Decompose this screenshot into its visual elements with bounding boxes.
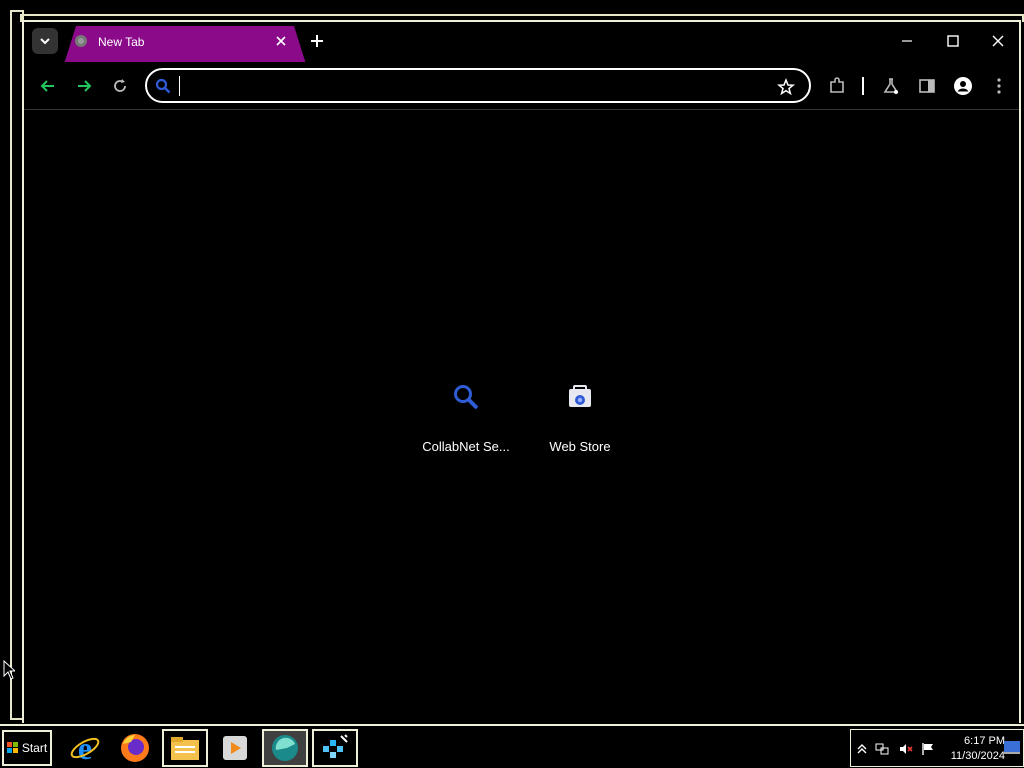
browser-toolbar xyxy=(24,62,1019,110)
browser-window: New Tab CollabNet Se... Web Store xyxy=(22,20,1021,723)
toolbar-separator xyxy=(862,77,864,95)
tab-strip: New Tab xyxy=(24,22,1019,62)
taskbar-item-browser[interactable] xyxy=(262,729,308,767)
kebab-menu-icon[interactable] xyxy=(989,76,1009,96)
globe-icon xyxy=(75,35,87,47)
start-label: Start xyxy=(21,741,48,755)
profile-icon[interactable] xyxy=(953,76,973,96)
system-tray: 6:17 PM 11/30/2024 xyxy=(850,729,1024,767)
taskbar-item-firefox[interactable] xyxy=(112,729,158,767)
search-icon xyxy=(155,78,171,94)
media-player-icon xyxy=(223,736,247,760)
shortcut-tile-web-store[interactable]: Web Store xyxy=(530,383,630,454)
plus-icon[interactable] xyxy=(309,33,325,49)
shortcut-tile-collabnet[interactable]: CollabNet Se... xyxy=(416,383,516,454)
mouse-cursor-icon xyxy=(3,660,15,680)
chevron-up-icon[interactable] xyxy=(855,742,869,756)
address-bar[interactable] xyxy=(145,68,811,103)
file-explorer-icon xyxy=(171,737,199,760)
taskbar-item-internet-explorer[interactable]: e xyxy=(62,729,108,767)
clock-time: 6:17 PM xyxy=(964,735,1005,747)
taskbar-item-network-app[interactable] xyxy=(312,729,358,767)
web-store-icon xyxy=(569,385,591,407)
new-tab-page: CollabNet Se... Web Store xyxy=(24,111,1019,723)
address-input[interactable] xyxy=(179,76,759,96)
star-icon[interactable] xyxy=(777,78,795,96)
puzzle-icon[interactable] xyxy=(827,76,847,96)
flask-icon[interactable] xyxy=(881,76,901,96)
start-button[interactable]: Start xyxy=(2,730,52,766)
shortcut-label: Web Store xyxy=(549,439,611,454)
reload-icon[interactable] xyxy=(110,76,130,96)
arrow-left-icon[interactable] xyxy=(38,76,58,96)
svg-text:e: e xyxy=(78,732,92,764)
flag-icon[interactable] xyxy=(921,742,935,756)
tab-search-button[interactable] xyxy=(32,28,58,54)
chevron-down-icon xyxy=(40,38,50,45)
maximize-icon[interactable] xyxy=(944,32,962,50)
windows-logo-icon xyxy=(6,742,18,753)
firefox-icon xyxy=(121,734,149,762)
show-desktop-icon[interactable] xyxy=(1003,738,1021,756)
minimize-icon[interactable] xyxy=(898,32,916,50)
network-app-icon xyxy=(323,734,348,758)
internet-explorer-icon: e xyxy=(70,732,100,764)
volume-muted-icon[interactable] xyxy=(899,742,913,756)
clock-date: 11/30/2024 xyxy=(950,750,1005,762)
search-icon xyxy=(454,385,479,410)
browser-app-icon xyxy=(272,735,298,761)
tab-title: New Tab xyxy=(98,35,145,49)
taskbar-item-media-player[interactable] xyxy=(212,729,258,767)
close-icon[interactable] xyxy=(989,32,1007,50)
taskbar-item-file-explorer[interactable] xyxy=(162,729,208,767)
shortcut-label: CollabNet Se... xyxy=(422,439,510,454)
taskbar: Start e 6:17 PM 11/30/2024 xyxy=(0,724,1024,768)
network-icon[interactable] xyxy=(875,742,889,756)
side-panel-icon[interactable] xyxy=(917,76,937,96)
close-icon[interactable] xyxy=(274,34,288,48)
taskbar-clock[interactable]: 6:17 PM 11/30/2024 xyxy=(943,734,1005,764)
arrow-right-icon[interactable] xyxy=(74,76,94,96)
